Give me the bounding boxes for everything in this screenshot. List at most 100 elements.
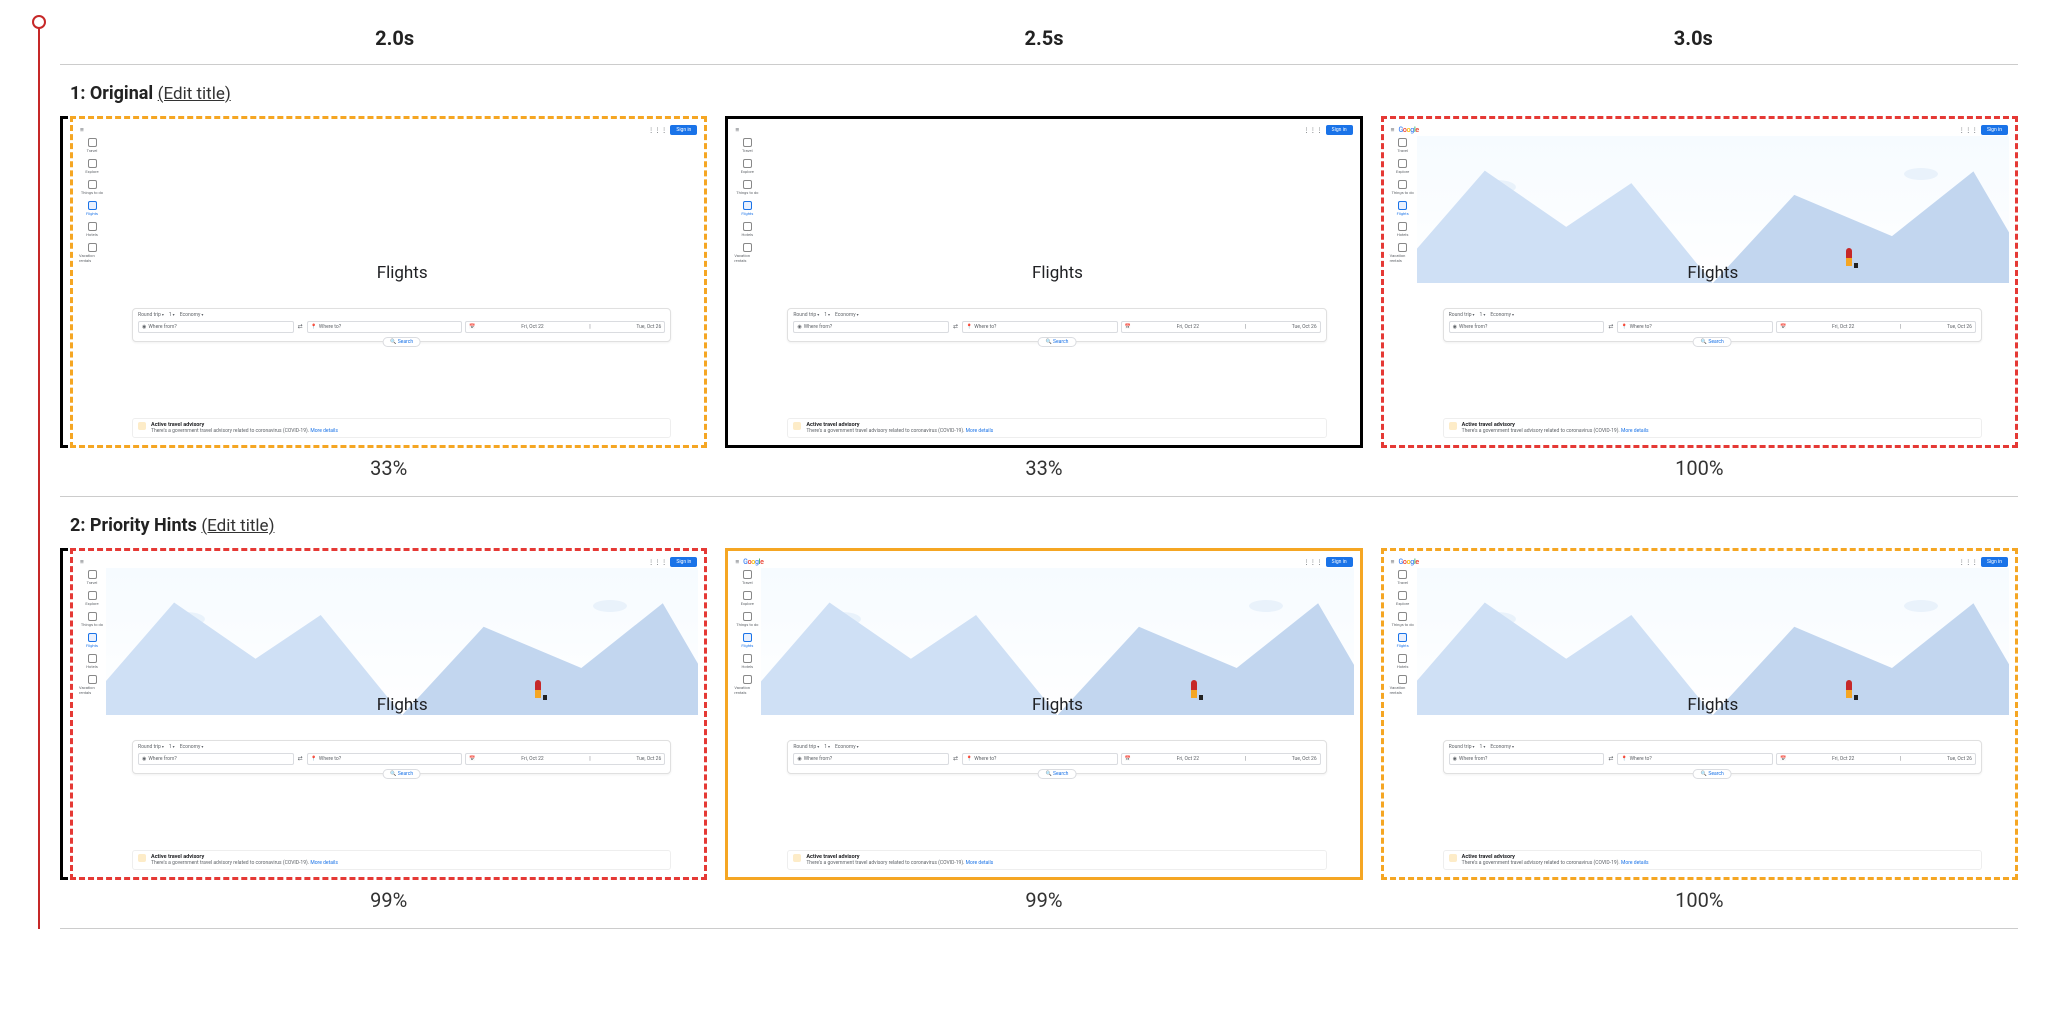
filmstrip-frame[interactable]: ≡ Google ⋮⋮⋮ Sign in TravelExploreThings… [725, 548, 1362, 880]
sidebar-item: Hotels [79, 654, 105, 669]
flights-heading: Flights [106, 695, 698, 715]
date-out: Fri, Oct 22 [1177, 324, 1199, 330]
origin-icon: ◉ [797, 756, 801, 762]
sidebar-item-label: Vacation rentals [79, 685, 105, 695]
sidebar-item: Explore [734, 159, 760, 174]
search-pill: 🔍 Search [1693, 769, 1732, 779]
chip-pax: 1 [169, 744, 175, 750]
dest-field: 📍 Where to? [962, 753, 1118, 765]
sidebar-item-icon [88, 654, 97, 663]
sidebar-item-icon [743, 222, 752, 231]
frames-row: ≡ Google ⋮⋮⋮ Sign in Travel Explore Things… [70, 548, 2018, 912]
sidebar-item-icon [1398, 612, 1407, 621]
filmstrip-frame[interactable]: ≡ Google ⋮⋮⋮ Sign in TravelExploreThings… [70, 548, 707, 880]
dest-placeholder: Where to? [319, 324, 341, 330]
shot-topbar: ≡ Google ⋮⋮⋮ Sign in [80, 556, 697, 568]
sidebar-item-icon [88, 243, 97, 252]
sidebar-item: Hotels [1390, 654, 1416, 669]
advisory-body: There's a government travel advisory rel… [1462, 860, 1620, 866]
edit-title-link[interactable]: (Edit title) [201, 516, 274, 536]
sidebar-item-label: Things to do [81, 190, 103, 195]
row-index: 2: [70, 515, 90, 536]
chip-class: Economy [180, 312, 204, 318]
flights-heading: Flights [1417, 263, 2009, 283]
shot-sidebar: TravelExploreThings to doFlightsHotelsVa… [79, 570, 105, 871]
date-out: Fri, Oct 22 [521, 756, 543, 762]
travel-advisory: Active travel advisory There's a governm… [1443, 850, 1982, 870]
filmstrip-frame[interactable]: ≡ Google ⋮⋮⋮ Sign in TravelExploreThings… [70, 116, 707, 448]
advisory-more-link: More details [310, 860, 338, 866]
sidebar-item-icon [1398, 138, 1407, 147]
calendar-icon: 📅 [469, 756, 475, 762]
edit-title-link[interactable]: (Edit title) [158, 84, 231, 104]
swap-icon: ⇄ [1607, 755, 1614, 762]
sidebar-item-label: Hotels [1397, 664, 1409, 669]
sidebar-item-icon [1398, 180, 1407, 189]
bracket-icon [60, 116, 68, 448]
page-screenshot: ≡ Google ⋮⋮⋮ Sign in TravelExploreThings… [731, 554, 1356, 874]
visual-complete-pct: 100% [1675, 888, 1723, 912]
sidebar-item: Explore [1390, 159, 1416, 174]
origin-placeholder: Where from? [804, 324, 832, 330]
sidebar-item: Things to do [79, 612, 105, 627]
dest-placeholder: Where to? [974, 324, 996, 330]
sidebar-item-label: Explore [1396, 169, 1409, 174]
sidebar-item-icon [88, 675, 97, 684]
origin-placeholder: Where from? [148, 756, 176, 762]
google-logo: Google [1398, 126, 1418, 134]
date-return: Tue, Oct 26 [1292, 324, 1317, 330]
page-screenshot: ≡ Google ⋮⋮⋮ Sign in TravelExploreThings… [731, 122, 1356, 442]
sidebar-item-label: Flights [741, 211, 753, 216]
shot-topbar: ≡ Google ⋮⋮⋮ Sign in [1391, 124, 2008, 136]
chip-pax: 1 [824, 744, 830, 750]
sidebar-item: Flights [734, 201, 760, 216]
warning-icon [1449, 854, 1457, 862]
search-pill: 🔍 Search [382, 769, 421, 779]
advisory-more-link: More details [1621, 428, 1649, 434]
swap-icon: ⇄ [297, 323, 304, 330]
origin-icon: ◉ [142, 324, 146, 330]
search-pill: 🔍 Search [1038, 337, 1077, 347]
sidebar-item-icon [743, 159, 752, 168]
sidebar-item: Flights [79, 633, 105, 648]
dest-placeholder: Where to? [1630, 324, 1652, 330]
sidebar-item-icon [743, 612, 752, 621]
dest-field: 📍 Where to? [307, 753, 463, 765]
filmstrip-frame[interactable]: ≡ Google ⋮⋮⋮ Sign in TravelExploreThings… [725, 116, 1362, 448]
dates-field: 📅 Fri, Oct 22 | Tue, Oct 26 [1776, 321, 1976, 333]
advisory-body: There's a government travel advisory rel… [806, 860, 964, 866]
sidebar-item-label: Vacation rentals [1390, 685, 1416, 695]
sidebar-item-label: Vacation rentals [79, 253, 105, 263]
filmstrip-frame[interactable]: ≡ Google ⋮⋮⋮ Sign in TravelExploreThings… [1381, 548, 2018, 880]
flights-heading: Flights [1417, 695, 2009, 715]
apps-grid-icon: ⋮⋮⋮ [1959, 126, 1979, 134]
sidebar-item-label: Travel [742, 580, 753, 585]
sidebar-item-label: Travel [1397, 148, 1408, 153]
date-out: Fri, Oct 22 [1832, 756, 1854, 762]
frame-column: ≡ Google ⋮⋮⋮ Sign in TravelExploreThings… [725, 116, 1362, 480]
filmstrip-frame[interactable]: ≡ Google ⋮⋮⋮ Sign in TravelExploreThings… [1381, 116, 2018, 448]
dest-icon: 📍 [311, 324, 317, 330]
sidebar-item-icon [743, 675, 752, 684]
trip-chips: Round trip 1 Economy [138, 744, 665, 750]
sidebar-item-icon [743, 591, 752, 600]
row-name: Original [90, 83, 153, 104]
google-logo: Google [743, 558, 763, 566]
sidebar-item-icon [1398, 201, 1407, 210]
sidebar-item: Vacation rentals [1390, 243, 1416, 263]
sidebar-item: Travel [79, 570, 105, 585]
origin-field: ◉ Where from? [793, 321, 949, 333]
origin-icon: ◉ [797, 324, 801, 330]
sidebar-item: Explore [1390, 591, 1416, 606]
sidebar-item: Explore [734, 591, 760, 606]
advisory-body: There's a government travel advisory rel… [151, 428, 309, 434]
sidebar-item: Vacation rentals [734, 675, 760, 695]
shot-topbar: ≡ Google ⋮⋮⋮ Sign in [735, 124, 1352, 136]
flight-search-card: Round trip 1 Economy ◉ Where from? ⇄ 📍 [1443, 740, 1982, 774]
chip-class: Economy [835, 744, 859, 750]
travel-advisory: Active travel advisory There's a governm… [787, 418, 1326, 438]
sidebar-item-label: Things to do [736, 622, 758, 627]
signin-button: Sign in [1981, 557, 2008, 567]
search-pill: 🔍 Search [1693, 337, 1732, 347]
sidebar-item-icon [1398, 243, 1407, 252]
